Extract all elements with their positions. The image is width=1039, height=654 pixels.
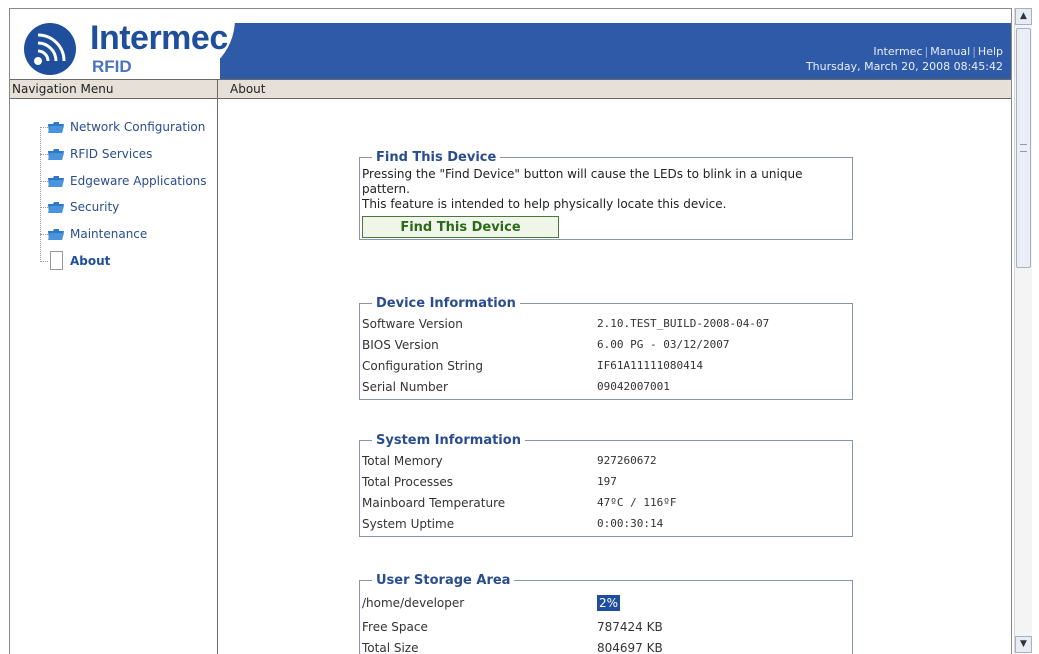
manual-link[interactable]: Manual: [930, 45, 970, 58]
usage-percent: 2%: [597, 595, 621, 611]
find-device-section: Find This Device Pressing the "Find Devi…: [359, 150, 853, 240]
user-storage-table: /home/developer 2% Free Space 787424 KB T…: [362, 590, 852, 654]
row-key: Mainboard Temperature: [362, 495, 506, 510]
row-key: Total Processes: [362, 474, 453, 489]
intermec-link[interactable]: Intermec: [873, 45, 922, 58]
system-information-section: System Information Total Memory 927260672…: [359, 433, 853, 537]
find-device-legend: Find This Device: [376, 150, 497, 165]
find-device-description-2: This feature is intended to help physica…: [362, 197, 727, 211]
table-row: Total Memory 927260672: [362, 450, 852, 471]
tree-hook: [40, 154, 48, 155]
row-key: Software Version: [362, 316, 463, 331]
row-key: Free Space: [362, 619, 428, 634]
table-row: System Uptime 0:00:30:14: [362, 513, 852, 534]
brand-name: Intermec: [90, 19, 228, 57]
usage-cell: 2%: [597, 590, 852, 616]
row-value: IF61A11111080414: [597, 359, 703, 372]
help-link[interactable]: Help: [978, 45, 1003, 58]
folder-icon: [48, 229, 64, 240]
row-key: BIOS Version: [362, 337, 439, 352]
table-row: Serial Number 09042007001: [362, 376, 852, 397]
system-information-legend: System Information: [376, 433, 521, 448]
browser-page: Intermec RFID Intermec | Manual | Help Thurs…: [9, 8, 1012, 654]
row-value: 197: [597, 475, 617, 488]
tree-hook: [40, 181, 48, 182]
logo: Intermec RFID: [10, 9, 235, 79]
row-key: Serial Number: [362, 379, 448, 394]
grip-icon: [1020, 144, 1027, 152]
navigation-sidebar: Network Configuration RFID Services Edge…: [10, 98, 218, 654]
row-value: 787424 KB: [597, 619, 663, 634]
device-information-section: Device Information Software Version 2.10.…: [359, 296, 853, 400]
table-row: Free Space 787424 KB: [362, 616, 852, 637]
row-value: 6.00 PG - 03/12/2007: [597, 338, 730, 351]
sidebar-item-label: Maintenance: [70, 227, 148, 241]
tree-hook: [40, 234, 48, 235]
row-key: Total Size: [362, 640, 419, 654]
row-value: 927260672: [597, 454, 657, 467]
sidebar-item-label: RFID Services: [70, 147, 153, 161]
table-row: /home/developer 2%: [362, 590, 852, 616]
row-value: 0:00:30:14: [597, 517, 664, 530]
table-row: BIOS Version 6.00 PG - 03/12/2007: [362, 334, 852, 355]
sidebar-item-label: Edgeware Applications: [70, 174, 207, 188]
main-content: Find This Device Pressing the "Find Devi…: [218, 98, 1011, 654]
table-row: Configuration String IF61A11111080414: [362, 355, 852, 376]
row-value: 09042007001: [597, 380, 670, 393]
row-value: 804697 KB: [597, 640, 663, 654]
sidebar-item-label: About: [70, 254, 111, 268]
table-row: Mainboard Temperature 47ºC / 116ºF: [362, 492, 852, 513]
page-title: About: [230, 82, 266, 96]
scroll-down-button[interactable]: ▼: [1015, 636, 1032, 653]
user-storage-section: User Storage Area /home/developer 2% Fre…: [359, 573, 853, 654]
menu-row: Navigation Menu About: [10, 79, 1011, 99]
device-information-legend: Device Information: [376, 296, 516, 311]
row-key: System Uptime: [362, 516, 455, 531]
menu-divider: [217, 80, 218, 98]
scroll-thumb[interactable]: [1016, 28, 1031, 268]
table-row: Total Processes 197: [362, 471, 852, 492]
tree-hook: [40, 127, 48, 128]
navigation-menu-title: Navigation Menu: [12, 82, 114, 96]
user-storage-legend: User Storage Area: [376, 573, 511, 588]
folder-icon: [48, 176, 64, 187]
page-header: Intermec RFID Intermec | Manual | Help Thurs…: [10, 9, 1011, 79]
tree-hook: [40, 261, 48, 262]
row-value: 47ºC / 116ºF: [597, 496, 677, 509]
rfid-signal-icon: [24, 23, 76, 75]
tree-line: [40, 127, 41, 260]
system-information-table: Total Memory 927260672 Total Processes 197…: [362, 450, 852, 534]
brand-subtitle: RFID: [92, 57, 132, 76]
header-datetime: Thursday, March 20, 2008 08:45:42: [805, 60, 1003, 73]
folder-icon: [48, 149, 64, 160]
table-row: Software Version 2.10.TEST_BUILD-2008-04-…: [362, 313, 852, 334]
folder-icon: [48, 202, 64, 213]
table-row: Total Size 804697 KB: [362, 637, 852, 654]
scroll-up-button[interactable]: ▲: [1015, 8, 1032, 25]
row-key: Total Memory: [362, 453, 443, 468]
row-value: 2.10.TEST_BUILD-2008-04-07: [597, 317, 770, 330]
find-device-description-1: Pressing the "Find Device" button will c…: [362, 167, 803, 196]
page-icon: [50, 251, 63, 270]
find-device-button[interactable]: Find This Device: [362, 216, 559, 238]
row-key: Configuration String: [362, 358, 484, 373]
device-information-table: Software Version 2.10.TEST_BUILD-2008-04-…: [362, 313, 852, 397]
folder-icon: [48, 122, 64, 133]
storage-path: /home/developer: [362, 596, 465, 610]
sidebar-item-label: Network Configuration: [70, 120, 206, 134]
tree-hook: [40, 207, 48, 208]
vertical-scrollbar[interactable]: ▲ ▼: [1014, 8, 1032, 653]
sidebar-item-label: Security: [70, 200, 120, 214]
header-links: Intermec | Manual | Help: [873, 45, 1003, 58]
